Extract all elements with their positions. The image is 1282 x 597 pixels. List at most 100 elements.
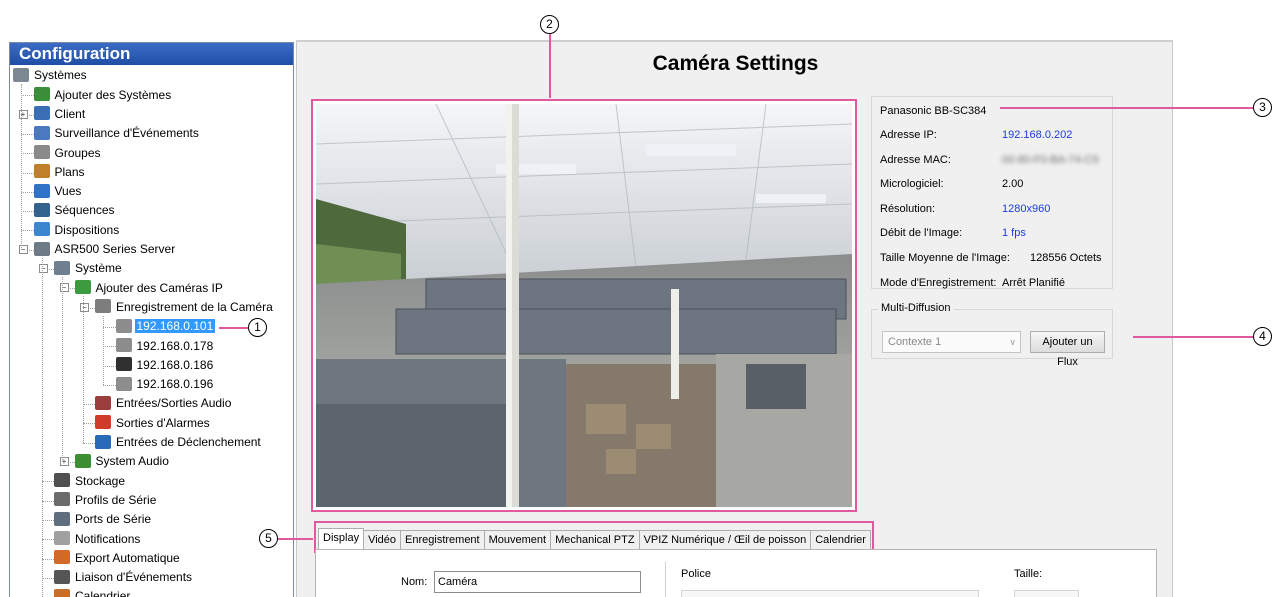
tree-item-label: Liaison d'Événements [75,570,193,585]
tree-item[interactable]: Groupes [33,143,103,162]
tab-vpiz-num-rique-il-de-poisson[interactable]: VPIZ Numérique / Œil de poisson [638,530,812,551]
font-select[interactable] [681,590,979,597]
live-video-image [315,103,853,507]
tab-display[interactable]: Display [318,528,365,551]
tree-item[interactable]: 192.168.0.178 [115,336,216,355]
callout-2: 2 [540,15,559,34]
tree-item-label: Entrées de Déclenchement [116,435,261,450]
storage-icon [54,473,70,488]
tree-item[interactable]: Ajouter des Systèmes [33,85,174,104]
info-value: 192.168.0.202 [1002,129,1073,141]
tree-guide-line [82,296,84,443]
collapse-toggle-icon[interactable]: − [18,244,28,254]
info-value: Arrêt Planifié [1002,276,1065,289]
tree-guide-line [103,326,116,328]
tree-item-label: Vues [54,184,82,199]
callout-line-4 [1133,336,1253,338]
chevron-down-icon: ∨ [1009,337,1016,347]
calendar-icon [54,588,70,597]
display-tab-content: Nom: Caméra Police Taille: [315,549,1157,597]
tree-item-label: 192.168.0.178 [136,338,214,353]
expand-toggle-icon[interactable]: + [18,109,28,119]
network-camera-icon [115,318,132,333]
tree-guide-line [41,500,54,502]
tree-item-label: Plans [54,164,85,179]
tree-item[interactable]: Notifications [54,529,142,548]
tree-item[interactable]: Stockage [54,471,127,490]
tree-item[interactable]: Systèmes [13,66,89,85]
tree-item[interactable]: Ports de Série [54,510,153,529]
tab-vid-o[interactable]: Vidéo [363,530,402,551]
auto-export-icon [54,550,70,565]
network-camera-icon [115,338,132,353]
tab-enregistrement[interactable]: Enregistrement [400,530,485,551]
tree-item[interactable]: Dispositions [33,220,122,239]
tree-item-label: Sorties d'Alarmes [116,415,210,430]
tree-item[interactable]: Entrées de Déclenchement [95,433,263,452]
info-label: Adresse IP: [880,129,937,141]
tree-item-label: Système [75,261,122,276]
tree-item-label: Systèmes [34,68,87,83]
tree-item[interactable]: 192.168.0.101 [115,317,216,336]
tree-item-label: Stockage [75,473,126,488]
collapse-toggle-icon[interactable]: − [80,302,89,312]
tree-item[interactable]: System Audio [74,452,171,471]
tree-item[interactable]: Système [54,259,124,278]
collapse-toggle-icon[interactable]: − [39,264,48,273]
live-video-frame [311,99,857,512]
info-value: 1 fps [1002,227,1026,240]
serial-profile-icon [54,492,70,507]
tree-item[interactable]: ASR500 Series Server [33,240,178,259]
tree-item-label: Notifications [75,531,141,546]
callout-3: 3 [1253,98,1272,117]
tree-guide-line [41,257,43,597]
tab-mouvement[interactable]: Mouvement [483,530,552,551]
collapse-toggle-icon[interactable]: − [59,283,69,293]
page-title: Caméra Settings [652,52,819,75]
tree-item[interactable]: Vues [33,182,84,201]
tree-guide-line [41,558,54,560]
tab-calendrier[interactable]: Calendrier [810,530,871,551]
tree-item[interactable]: Enregistrement de la Caméra [95,298,275,317]
tree-item[interactable]: Séquences [33,201,117,220]
tree-item[interactable]: Sorties d'Alarmes [95,413,212,432]
tree-guide-line [82,442,95,444]
tree-item[interactable]: Profils de Série [54,491,158,510]
info-value: 2.00 [1002,178,1024,191]
server-icon [33,241,50,256]
tree-item[interactable]: Ajouter des Caméras IP [74,278,225,297]
tree-item[interactable]: Surveillance d'Événements [33,124,201,143]
tree-item[interactable]: 192.168.0.186 [115,356,216,375]
tree-guide-line [21,191,34,193]
tree-item[interactable]: Export Automatique [54,549,182,568]
add-stream-button[interactable]: Ajouter un Flux [1030,331,1105,368]
tree-item[interactable]: Plans [33,163,87,182]
tree-item-label: Dispositions [54,222,120,237]
tree-item[interactable]: Client [33,105,88,124]
tree-item-label: Profils de Série [75,492,157,507]
sequence-icon [33,202,50,217]
envelope-icon [54,531,70,546]
callout-5: 5 [259,529,278,548]
context-select[interactable]: Contexte 1 ∨ [882,331,1021,353]
tab-mechanical-ptz[interactable]: Mechanical PTZ [550,530,640,551]
info-value: 1280x960 [1002,202,1051,215]
info-value: 128556 Octets [1030,252,1102,264]
tree-item[interactable]: Entrées/Sorties Audio [95,394,233,413]
serial-port-icon [54,511,70,526]
tree-item[interactable]: Liaison d'Événements [54,568,194,587]
tree-guide-line [41,481,54,483]
tree-guide-line [41,519,54,521]
multicast-group: Multi-Diffusion Contexte 1 ∨ Ajouter un … [871,302,1113,368]
camera-name-input[interactable]: Caméra [434,571,641,593]
expand-toggle-icon[interactable]: + [59,457,69,466]
size-select[interactable] [1014,590,1079,597]
callout-line-1 [219,327,248,329]
tree-item-label: 192.168.0.186 [136,357,214,372]
tree-item[interactable]: Calendrier [54,587,132,597]
camera-model: Panasonic BB-SC384 [880,105,987,117]
divider [665,562,666,597]
configuration-title: Configuration [10,43,293,65]
tree-guide-line [82,423,95,425]
tree-item[interactable]: 192.168.0.196 [115,375,216,394]
